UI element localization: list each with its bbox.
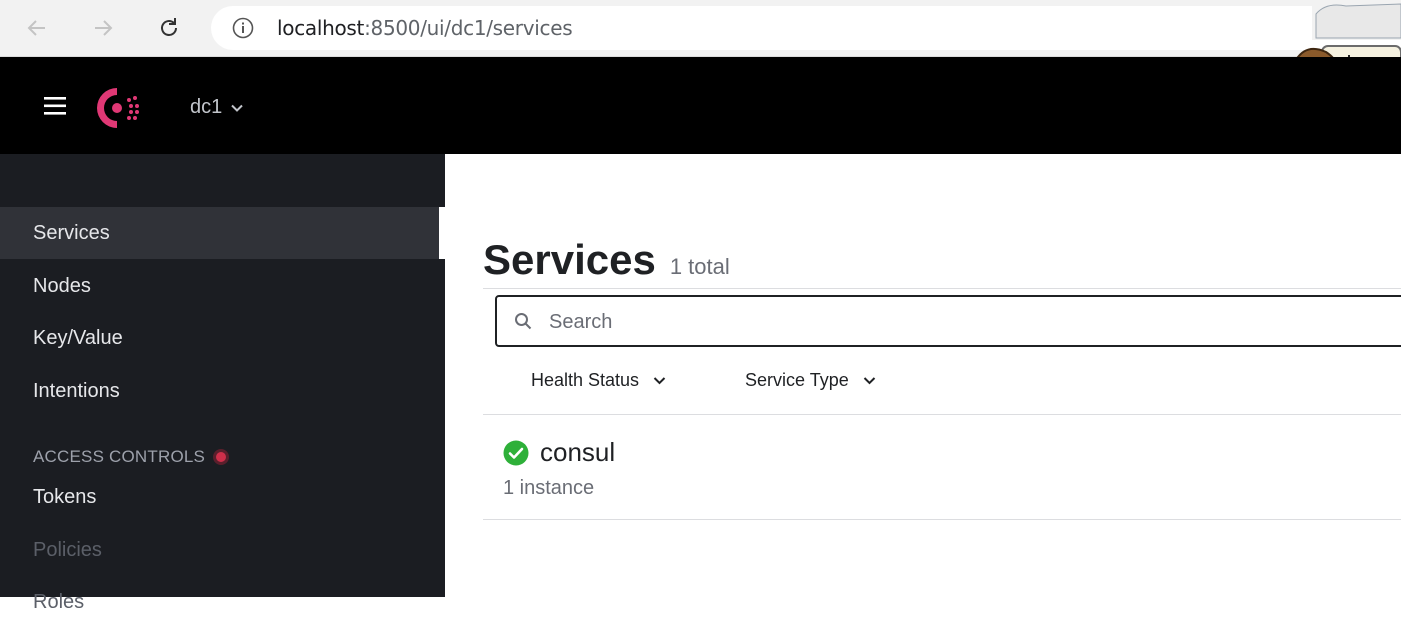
service-heading: consul bbox=[503, 437, 615, 468]
search-field[interactable] bbox=[495, 295, 1401, 347]
info-icon[interactable] bbox=[232, 17, 254, 39]
check-circle-icon bbox=[503, 440, 529, 465]
sidebar-item-label: Intentions bbox=[33, 379, 120, 402]
sidebar: Services Nodes Key/Value Intentions ACCE… bbox=[0, 154, 445, 613]
sidebar-item-nodes[interactable]: Nodes bbox=[0, 260, 439, 312]
menu-icon[interactable] bbox=[44, 97, 66, 115]
back-arrow-icon bbox=[27, 20, 45, 36]
page-header: Services 1 total bbox=[483, 236, 730, 284]
sidebar-item-label: Services bbox=[33, 221, 110, 244]
sidebar-item-key-value[interactable]: Key/Value bbox=[0, 312, 439, 364]
chevron-down-icon bbox=[863, 377, 875, 385]
divider bbox=[483, 519, 1401, 520]
sidebar-item-label: Key/Value bbox=[33, 326, 123, 349]
sidebar-item-label: Roles bbox=[33, 590, 85, 613]
main-content: Services 1 total Health Status Service T… bbox=[445, 154, 1401, 597]
instance-count: 1 instance bbox=[503, 477, 595, 499]
health-status-filter[interactable]: Health Status bbox=[531, 370, 666, 391]
sidebar-item-tokens[interactable]: Tokens bbox=[0, 471, 439, 523]
url-text[interactable]: localhost:8500/ui/dc1/services bbox=[277, 16, 573, 40]
forward-button[interactable] bbox=[85, 10, 121, 46]
service-name-link[interactable]: consul bbox=[540, 437, 615, 468]
sidebar-item-label: Policies bbox=[33, 538, 102, 561]
chevron-down-icon bbox=[231, 104, 243, 112]
chevron-down-icon bbox=[653, 377, 666, 385]
search-icon bbox=[515, 313, 532, 330]
url-host: localhost bbox=[277, 16, 365, 40]
forward-arrow-icon bbox=[95, 20, 113, 36]
page-title: Services bbox=[483, 236, 656, 283]
reload-button[interactable] bbox=[151, 10, 187, 46]
service-list-item[interactable]: consul 1 instance bbox=[483, 415, 1401, 520]
sidebar-item-label: Nodes bbox=[33, 274, 91, 297]
sidebar-item-roles[interactable]: Roles bbox=[0, 576, 439, 628]
browser-toolbar: localhost:8500/ui/dc1/services bbox=[0, 0, 1401, 109]
top-navigation: dc1 bbox=[0, 57, 1401, 154]
service-type-filter[interactable]: Service Type bbox=[745, 370, 876, 391]
datacenter-selector[interactable]: dc1 bbox=[190, 96, 244, 119]
reload-icon bbox=[161, 18, 177, 36]
section-heading-label: ACCESS CONTROLS bbox=[33, 447, 206, 466]
sidebar-item-policies[interactable]: Policies bbox=[0, 524, 439, 576]
filter-label: Health Status bbox=[531, 370, 640, 390]
sidebar-item-intentions[interactable]: Intentions bbox=[0, 365, 439, 417]
sidebar-item-services[interactable]: Services bbox=[0, 207, 439, 259]
search-input[interactable] bbox=[549, 309, 1369, 335]
filter-label: Service Type bbox=[745, 370, 849, 390]
acl-status-dot-icon bbox=[213, 449, 230, 465]
address-bar[interactable]: localhost:8500/ui/dc1/services bbox=[211, 6, 1401, 50]
consul-logo[interactable] bbox=[93, 84, 145, 132]
back-button[interactable] bbox=[19, 10, 55, 46]
total-count: 1 total bbox=[669, 254, 730, 279]
access-controls-heading: ACCESS CONTROLS bbox=[33, 447, 230, 467]
datacenter-label: dc1 bbox=[190, 96, 223, 118]
sidebar-item-label: Tokens bbox=[33, 485, 97, 508]
divider bbox=[483, 288, 1401, 289]
url-path: :8500/ui/dc1/services bbox=[364, 16, 573, 40]
